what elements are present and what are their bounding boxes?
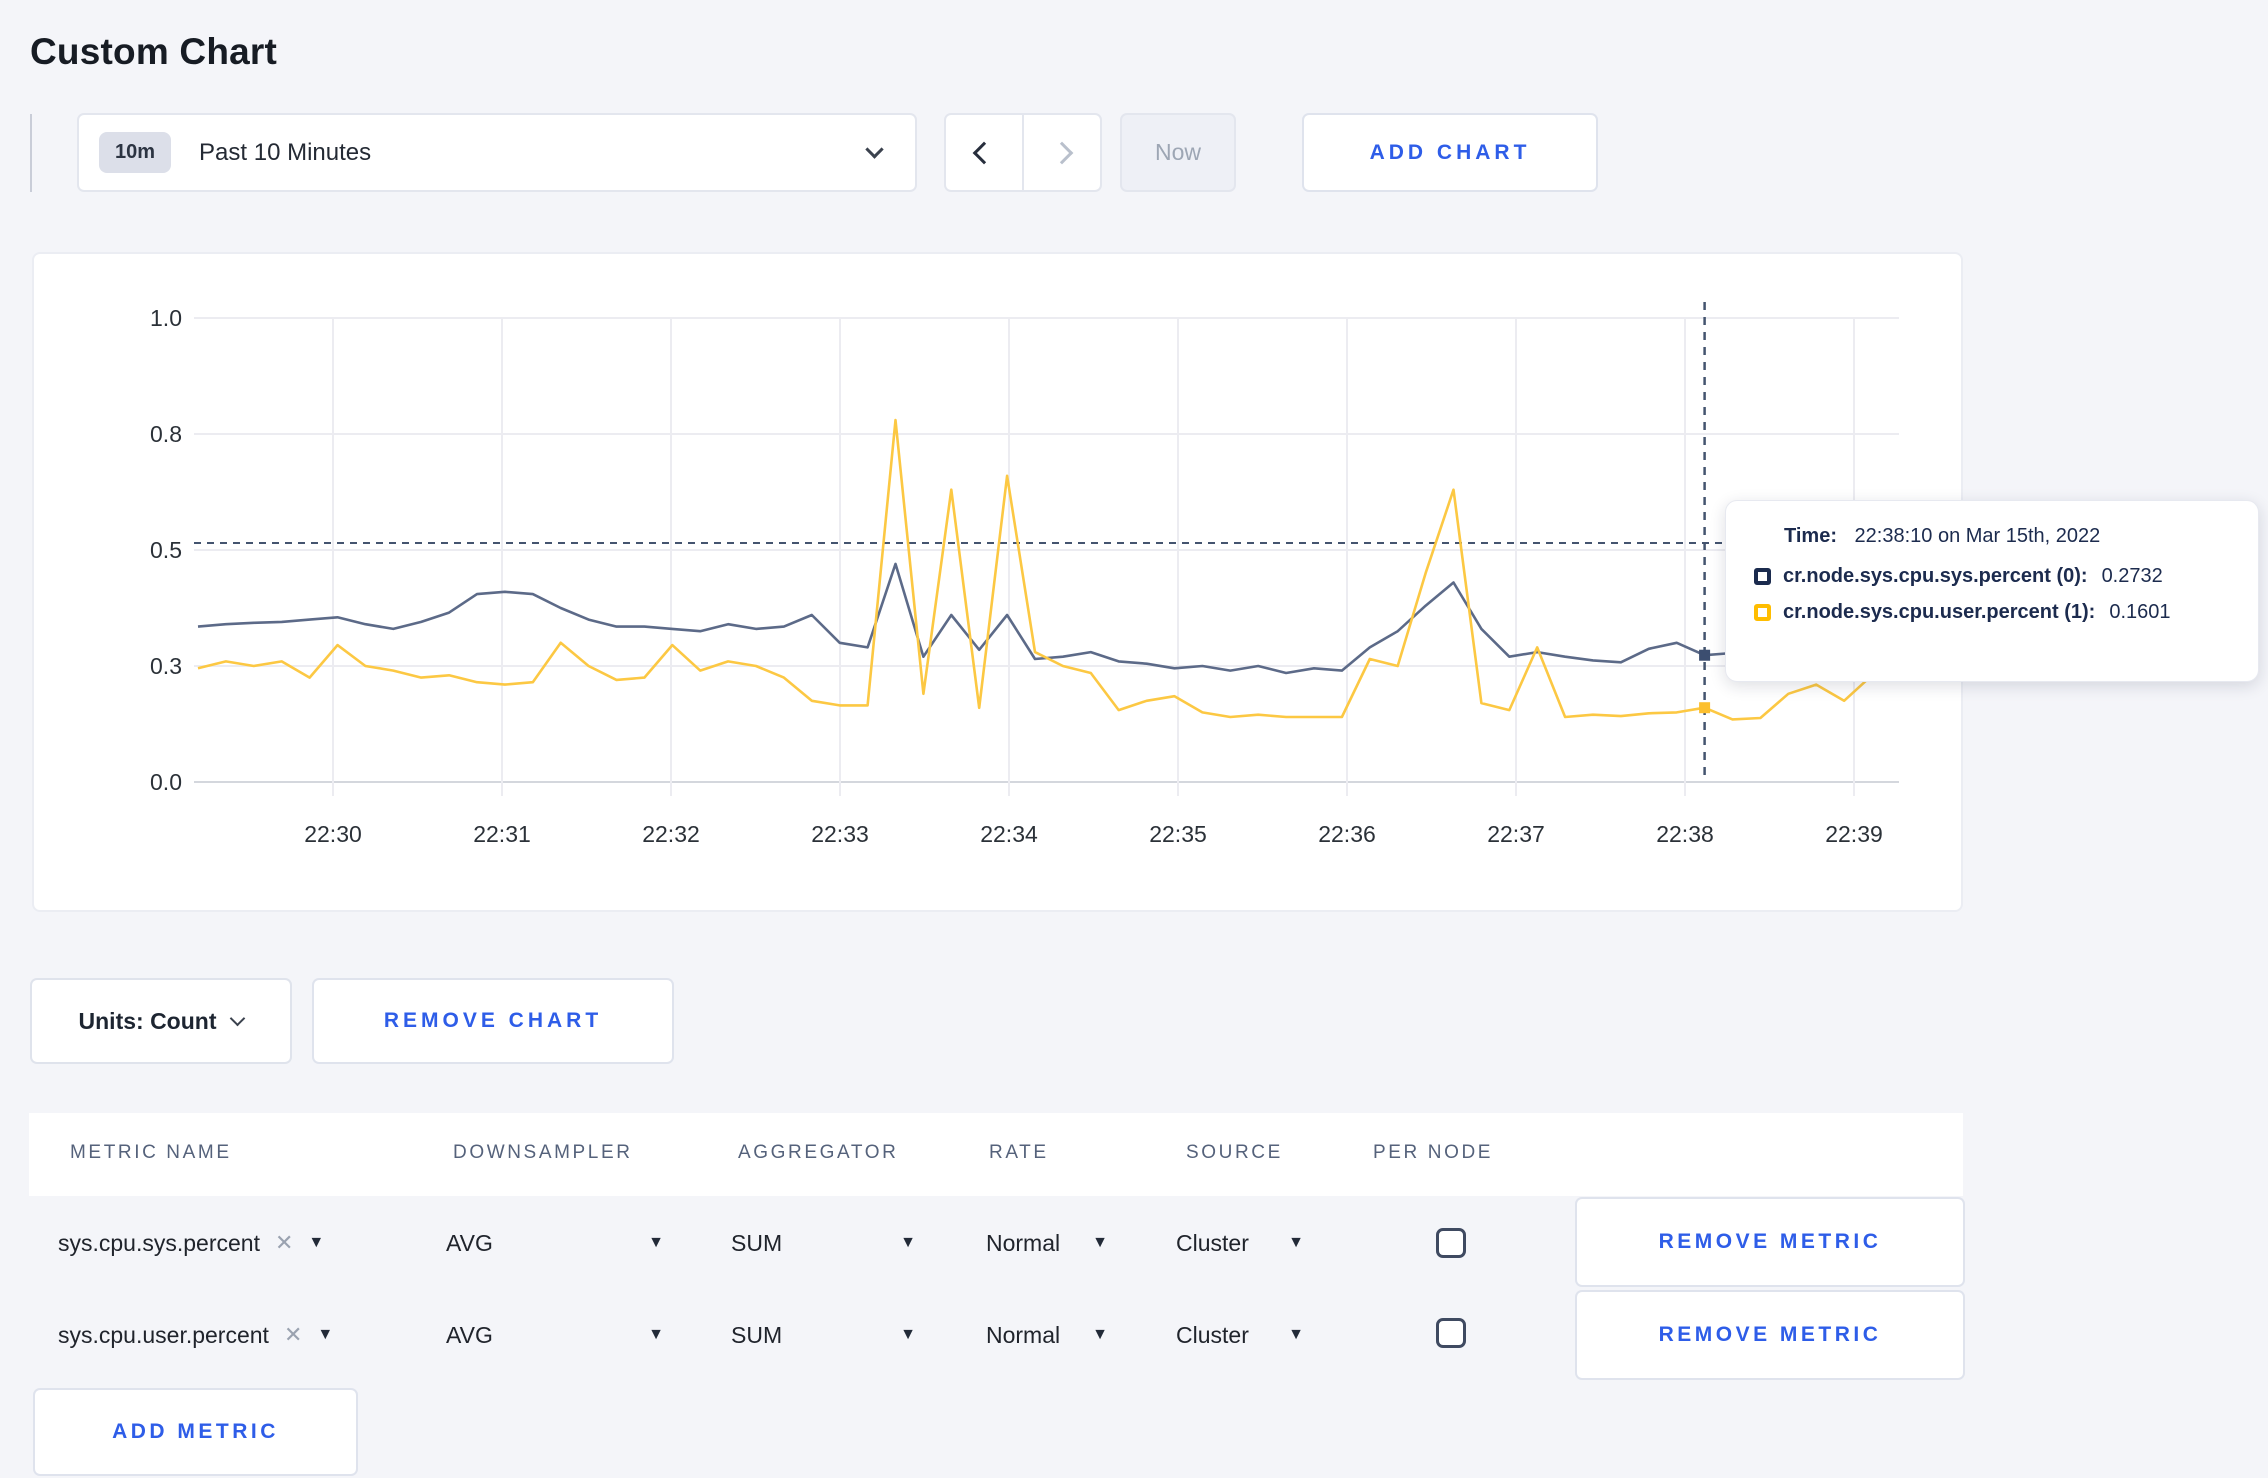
- rate-value: Normal: [986, 1321, 1061, 1348]
- x-axis-tick-label: 22:36: [1318, 821, 1376, 847]
- remove-metric-button[interactable]: REMOVE METRIC: [1575, 1197, 1965, 1287]
- source-select[interactable]: Cluster ▼: [1176, 1289, 1304, 1381]
- tooltip-time-value: 22:38:10 on Mar 15th, 2022: [1854, 525, 2101, 547]
- col-header-metric-name: METRIC NAME: [70, 1142, 232, 1163]
- x-axis-tick-label: 22:38: [1656, 821, 1714, 847]
- downsampler-value: AVG: [446, 1321, 493, 1348]
- metric-name: sys.cpu.user.percent: [58, 1321, 269, 1348]
- y-axis-tick-label: 0.3: [150, 653, 182, 679]
- tooltip-series-row: cr.node.sys.cpu.user.percent (1): 0.1601: [1726, 601, 2258, 624]
- hover-point-marker: [1699, 649, 1711, 661]
- aggregator-select[interactable]: SUM ▼: [731, 1289, 916, 1381]
- aggregator-value: SUM: [731, 1229, 783, 1256]
- metrics-table-header: METRIC NAME DOWNSAMPLER AGGREGATOR RATE …: [29, 1113, 1963, 1196]
- source-value: Cluster: [1176, 1321, 1249, 1348]
- downsampler-select[interactable]: AVG ▼: [446, 1289, 664, 1381]
- metric-dropdown-icon[interactable]: ▼: [308, 1234, 324, 1252]
- units-select[interactable]: Units: Count: [30, 978, 292, 1064]
- source-select[interactable]: Cluster ▼: [1176, 1197, 1304, 1289]
- page-title: Custom Chart: [30, 30, 278, 72]
- time-range-label: Past 10 Minutes: [199, 138, 372, 166]
- col-header-aggregator: AGGREGATOR: [738, 1142, 899, 1163]
- dropdown-arrow-icon: ▼: [1288, 1234, 1304, 1251]
- metric-name-cell: sys.cpu.sys.percent ✕ ▼: [58, 1197, 324, 1289]
- y-axis-tick-label: 1.0: [150, 305, 182, 331]
- x-axis-tick-label: 22:33: [811, 821, 869, 847]
- rate-select[interactable]: Normal ▼: [986, 1197, 1108, 1289]
- clear-metric-icon[interactable]: ✕: [275, 1230, 293, 1256]
- x-axis-tick-label: 22:37: [1487, 821, 1545, 847]
- series-line: [197, 418, 1901, 721]
- rate-select[interactable]: Normal ▼: [986, 1289, 1108, 1381]
- chevron-right-icon: [1050, 141, 1074, 164]
- per-node-checkbox[interactable]: [1436, 1318, 1466, 1348]
- tooltip-series-name: cr.node.sys.cpu.sys.percent (0):: [1783, 565, 2088, 587]
- x-axis-tick-label: 22:32: [642, 821, 700, 847]
- metric-name: sys.cpu.sys.percent: [58, 1229, 260, 1256]
- series-user-swatch-icon: [1754, 604, 1771, 621]
- col-header-per-node: PER NODE: [1373, 1142, 1494, 1163]
- series-sys-swatch-icon: [1754, 568, 1771, 585]
- downsampler-value: AVG: [446, 1229, 493, 1256]
- custom-chart-card: 0.0 0.3 0.5 0.8 1.0 22:30 22:31 22:32 22:33 22:34…: [32, 252, 1963, 912]
- clear-metric-icon[interactable]: ✕: [284, 1322, 302, 1348]
- x-axis-tick-label: 22:34: [980, 821, 1038, 847]
- dropdown-arrow-icon: ▼: [1092, 1234, 1108, 1251]
- x-axis-tick-label: 22:31: [473, 821, 531, 847]
- remove-metric-button[interactable]: REMOVE METRIC: [1575, 1290, 1965, 1380]
- chart-hover-tooltip: Time: 22:38:10 on Mar 15th, 2022 cr.node…: [1725, 500, 2259, 682]
- tooltip-series-value: 0.2732: [2101, 565, 2163, 587]
- dropdown-arrow-icon: ▼: [1288, 1326, 1304, 1343]
- metric-name-cell: sys.cpu.user.percent ✕ ▼: [58, 1289, 333, 1381]
- dropdown-arrow-icon: ▼: [1092, 1326, 1108, 1343]
- chevron-down-icon: [865, 140, 884, 159]
- col-header-rate: RATE: [989, 1142, 1049, 1163]
- remove-chart-button[interactable]: REMOVE CHART: [312, 978, 674, 1064]
- metric-dropdown-icon[interactable]: ▼: [317, 1326, 333, 1344]
- dropdown-arrow-icon: ▼: [900, 1326, 916, 1343]
- time-pager: [944, 113, 1102, 192]
- dropdown-arrow-icon: ▼: [648, 1234, 664, 1251]
- downsampler-select[interactable]: AVG ▼: [446, 1197, 664, 1289]
- y-axis-tick-label: 0.0: [150, 769, 182, 795]
- tooltip-series-row: cr.node.sys.cpu.sys.percent (0): 0.2732: [1726, 565, 2258, 588]
- chevron-left-icon: [972, 141, 996, 164]
- y-axis-tick-label: 0.8: [150, 421, 182, 447]
- units-label: Units: Count: [78, 1007, 217, 1034]
- tooltip-series-value: 0.1601: [2109, 601, 2171, 623]
- chevron-down-icon: [230, 1010, 246, 1027]
- x-axis-tick-label: 22:30: [304, 821, 362, 847]
- source-value: Cluster: [1176, 1229, 1249, 1256]
- col-header-downsampler: DOWNSAMPLER: [453, 1142, 633, 1163]
- tooltip-series-name: cr.node.sys.cpu.user.percent (1):: [1783, 601, 2096, 623]
- series-line: [197, 562, 1901, 675]
- dropdown-arrow-icon: ▼: [648, 1326, 664, 1343]
- x-axis-tick-label: 22:35: [1149, 821, 1207, 847]
- tooltip-time-label: Time:: [1784, 525, 1837, 547]
- toolbar-divider: [30, 114, 32, 192]
- x-axis-tick-label: 22:39: [1825, 821, 1883, 847]
- now-button[interactable]: Now: [1120, 113, 1236, 192]
- previous-time-button[interactable]: [946, 115, 1022, 190]
- add-metric-button[interactable]: ADD METRIC: [33, 1388, 358, 1476]
- y-axis-tick-label: 0.5: [150, 537, 182, 563]
- dropdown-arrow-icon: ▼: [900, 1234, 916, 1251]
- col-header-source: SOURCE: [1186, 1142, 1283, 1163]
- per-node-checkbox[interactable]: [1436, 1228, 1466, 1258]
- aggregator-select[interactable]: SUM ▼: [731, 1197, 916, 1289]
- rate-value: Normal: [986, 1229, 1061, 1256]
- cpu-chart-svg[interactable]: 0.0 0.3 0.5 0.8 1.0 22:30 22:31 22:32 22:33 22:34…: [34, 254, 1961, 910]
- time-range-select[interactable]: 10m Past 10 Minutes: [77, 113, 917, 192]
- tooltip-time-row: Time: 22:38:10 on Mar 15th, 2022: [1726, 525, 2258, 548]
- add-chart-button[interactable]: ADD CHART: [1302, 113, 1598, 192]
- next-time-button[interactable]: [1022, 115, 1100, 190]
- hover-point-marker: [1699, 702, 1711, 714]
- time-range-badge: 10m: [99, 132, 172, 173]
- aggregator-value: SUM: [731, 1321, 783, 1348]
